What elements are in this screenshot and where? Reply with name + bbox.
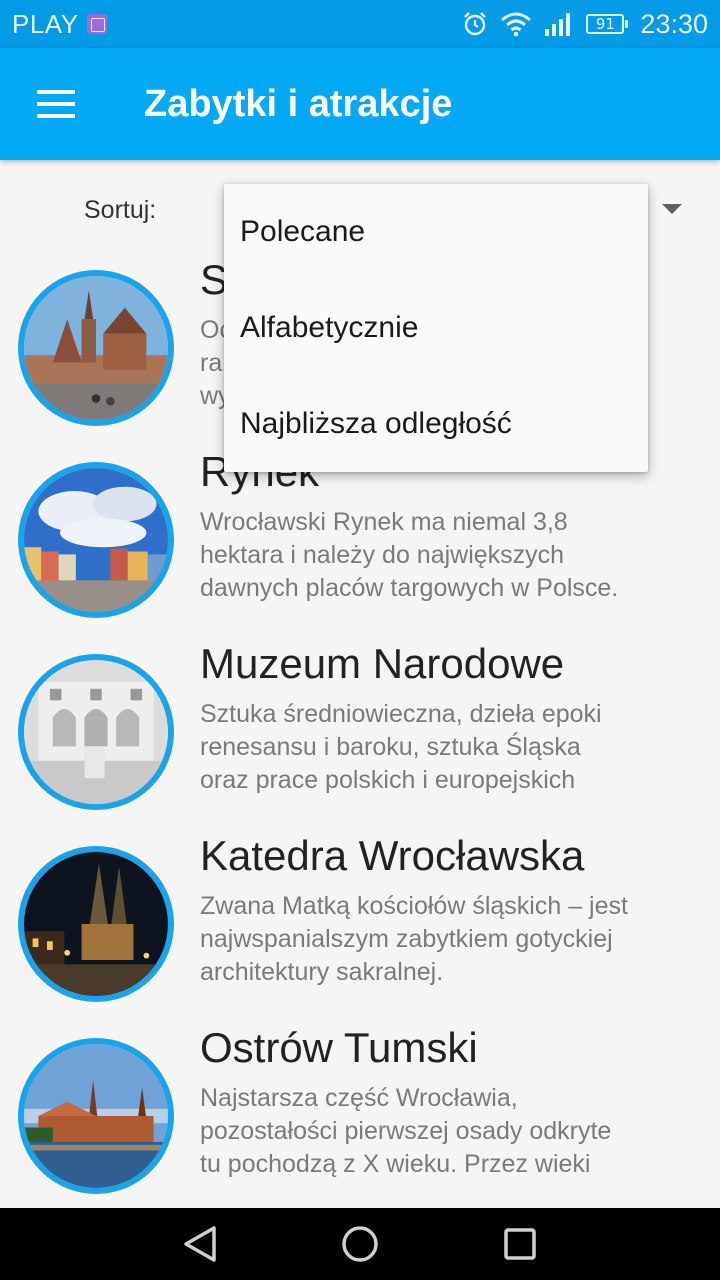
recents-button[interactable] <box>480 1208 560 1280</box>
battery-level: 91 <box>586 14 625 34</box>
item-description: Najstarsza część Wrocławia, pozostałości… <box>200 1084 612 1178</box>
item-title: Muzeum Narodowe <box>200 640 565 687</box>
sort-label: Sortuj: <box>84 196 157 224</box>
gallery-notification-icon <box>86 14 107 34</box>
list-item[interactable]: Rynek Wrocławski Rynek ma niemal 3,8 hek… <box>0 448 720 628</box>
back-button[interactable] <box>160 1208 240 1280</box>
home-button[interactable] <box>320 1208 400 1280</box>
sort-dropdown-menu: Polecane Alfabetycznie Najbliższa odległ… <box>224 184 648 472</box>
attraction-thumbnail <box>18 654 174 810</box>
recents-square-icon <box>504 1228 536 1260</box>
item-description: Sztuka średniowieczna, dzieła epoki rene… <box>200 700 602 794</box>
clock: 23:30 <box>640 8 708 39</box>
sort-dropdown-arrow-icon[interactable] <box>662 204 682 214</box>
list-item[interactable]: Ostrów Tumski Najstarsza część Wrocławia… <box>0 1024 720 1204</box>
item-description: Zwana Matką kościołów śląskich – jest na… <box>200 892 628 986</box>
signal-icon <box>545 13 571 36</box>
item-description: Wrocławski Rynek ma niemal 3,8 hektara i… <box>200 508 619 602</box>
list-item[interactable]: Muzeum Narodowe Sztuka średniowieczna, d… <box>0 640 720 820</box>
menu-button[interactable] <box>0 48 112 160</box>
attraction-thumbnail <box>18 846 174 1002</box>
battery-icon: 91 <box>586 14 629 34</box>
alarm-icon <box>464 12 487 36</box>
attraction-thumbnail <box>18 270 174 426</box>
hamburger-menu-icon <box>37 90 75 118</box>
wifi-icon <box>501 12 532 37</box>
sort-option-alphabetical[interactable]: Alfabetycznie <box>224 280 648 376</box>
sort-option-nearest[interactable]: Najbliższa odległość <box>224 376 648 472</box>
app-bar: Zabytki i atrakcje <box>0 48 720 160</box>
attraction-thumbnail <box>18 462 174 618</box>
sort-option-recommended[interactable]: Polecane <box>224 184 648 280</box>
page-title: Zabytki i atrakcje <box>144 82 453 125</box>
item-title: Katedra Wrocławska <box>200 832 585 879</box>
list-item[interactable]: Katedra Wrocławska Zwana Matką kościołów… <box>0 832 720 1012</box>
status-icons: 91 23:30 <box>462 9 708 40</box>
carrier-name: PLAY <box>12 8 79 39</box>
item-title: Ostrów Tumski <box>200 1024 478 1071</box>
system-nav-bar <box>0 1208 720 1280</box>
status-bar: PLAY 91 23:30 <box>0 0 720 48</box>
attraction-thumbnail <box>18 1038 174 1194</box>
home-circle-icon <box>342 1226 378 1262</box>
back-triangle-icon <box>184 1226 216 1262</box>
